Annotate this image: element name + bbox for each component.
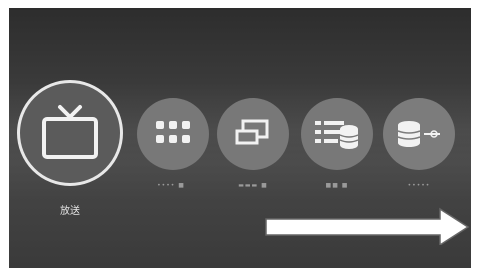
menu-label-apps: •••• ■ [157, 182, 185, 189]
menu-label-media: ■■ ■ [325, 182, 349, 189]
tv-icon [38, 103, 102, 163]
monitor-icon [235, 119, 271, 149]
menu-tile-media[interactable] [301, 98, 373, 170]
menu-tile-display[interactable] [217, 98, 289, 170]
device-link-icon [396, 119, 442, 149]
menu-label-display: ▬▬▬ ■ [238, 182, 268, 189]
menu-label-device: ••••• [407, 182, 431, 189]
apps-grid-icon [156, 121, 190, 147]
menu-tile-device[interactable] [383, 98, 455, 170]
media-list-icon [315, 117, 359, 151]
menu-label-broadcast: 放送 [60, 206, 80, 217]
menu-tile-broadcast[interactable] [17, 80, 123, 186]
right-arrow-icon [264, 205, 472, 249]
menu-tile-apps[interactable] [137, 98, 209, 170]
